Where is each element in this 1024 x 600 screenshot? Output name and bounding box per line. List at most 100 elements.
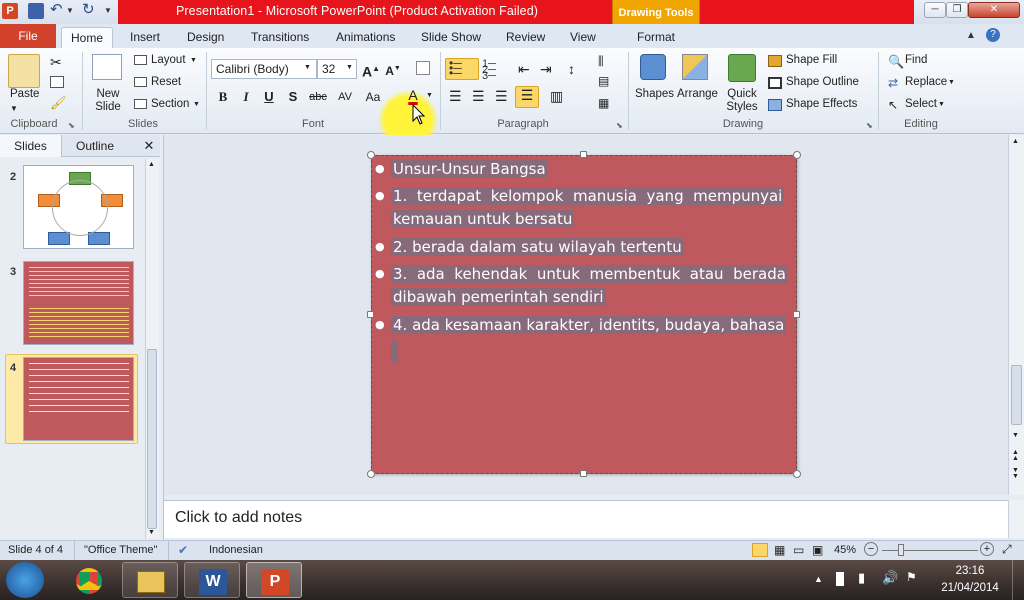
align-text-icon[interactable]: ▤ — [598, 74, 609, 88]
bullet-item[interactable]: ● 1. terdapat kelompok manusia yang mempu… — [375, 185, 793, 207]
shadow-button[interactable]: S — [284, 87, 302, 107]
font-color-button[interactable]: A — [404, 85, 422, 105]
tab-transitions[interactable]: Transitions — [242, 27, 318, 48]
clear-formatting-icon[interactable] — [416, 61, 430, 75]
fit-to-window-icon[interactable]: ⤢ — [1002, 542, 1018, 558]
format-painter-icon[interactable]: 🖌 — [50, 95, 67, 111]
notes-placeholder[interactable]: Click to add notes — [175, 509, 302, 527]
font-size-dropdown-icon[interactable]: ▼ — [346, 64, 353, 71]
explorer-taskbar-button[interactable] — [122, 562, 178, 598]
italic-button[interactable]: I — [237, 87, 255, 107]
resize-handle[interactable] — [580, 470, 587, 477]
show-hidden-icons[interactable]: ▲ — [814, 574, 823, 584]
notes-pane[interactable]: Click to add notes — [164, 500, 1009, 538]
chrome-taskbar-button[interactable] — [60, 562, 116, 598]
help-icon[interactable]: ? — [986, 28, 1000, 42]
word-taskbar-button[interactable]: W — [184, 562, 240, 598]
shape-effects-button[interactable]: Shape Effects — [786, 98, 857, 110]
paste-icon[interactable] — [8, 54, 40, 88]
powerpoint-taskbar-button[interactable]: P — [246, 562, 302, 598]
shape-fill-button[interactable]: Shape Fill — [786, 54, 837, 66]
quick-styles-button[interactable]: Quick Styles — [724, 88, 760, 114]
reset-button[interactable]: Reset — [151, 76, 181, 88]
slide-thumbnail-2[interactable] — [23, 165, 134, 249]
slide-scroll-thumb[interactable] — [1011, 365, 1022, 425]
start-button[interactable] — [6, 562, 44, 598]
shrink-font-icon[interactable]: A▼ — [384, 59, 402, 79]
align-right-icon[interactable]: ☰ — [495, 88, 508, 105]
resize-handle[interactable] — [580, 151, 587, 158]
minimize-ribbon-icon[interactable]: ▲ — [966, 30, 976, 41]
resize-handle[interactable] — [793, 151, 801, 159]
close-pane-icon[interactable]: ✕ — [140, 135, 158, 157]
restore-button[interactable]: ❐ — [946, 2, 968, 18]
normal-view-icon[interactable] — [752, 543, 768, 557]
notes-scrollbar[interactable] — [1008, 500, 1024, 538]
scroll-up-icon[interactable]: ▲ — [1012, 138, 1019, 145]
previous-slide-icon[interactable]: ▲ ▲ — [1012, 449, 1019, 462]
change-case-button[interactable]: Aa — [362, 87, 384, 107]
language-indicator[interactable]: Indonesian — [209, 544, 263, 556]
grow-font-icon[interactable]: A▲ — [362, 59, 380, 80]
new-slide-button[interactable]: New Slide — [94, 88, 122, 114]
bold-button[interactable]: B — [214, 87, 232, 107]
paste-button[interactable]: Paste — [10, 88, 39, 100]
bullet-item[interactable]: ● 3. ada kehendak untuk membentuk atau be… — [375, 263, 788, 285]
paste-dropdown-icon[interactable]: ▼ — [10, 104, 18, 113]
tab-home[interactable]: Home — [61, 27, 114, 48]
font-name-field[interactable]: Calibri (Body) — [211, 59, 317, 79]
underline-button[interactable]: U — [260, 87, 278, 107]
section-button[interactable]: Section — [151, 98, 189, 110]
slideshow-icon[interactable]: ▣ — [812, 543, 823, 557]
justify-icon[interactable]: ☰ — [515, 86, 539, 108]
panel-scroll-thumb[interactable] — [147, 349, 157, 529]
text-direction-icon[interactable]: ⫼ — [598, 54, 604, 69]
show-desktop-button[interactable] — [1012, 560, 1024, 600]
minimize-button[interactable]: ─ — [924, 2, 946, 18]
reading-view-icon[interactable]: ▭ — [793, 543, 804, 557]
action-center-icon[interactable]: ⚑ — [906, 570, 917, 584]
section-dropdown-icon[interactable]: ▼ — [193, 101, 200, 108]
bullet-item[interactable]: ● Unsur-Unsur Bangsa — [375, 158, 548, 180]
bullet-item[interactable]: ● 2. berada dalam satu wilayah tertentu — [375, 236, 684, 258]
scroll-down-icon[interactable]: ▼ — [148, 529, 155, 536]
tab-insert[interactable]: Insert — [121, 27, 169, 48]
scroll-up-icon[interactable]: ▲ — [148, 161, 155, 168]
replace-button[interactable]: Replace — [905, 76, 947, 88]
align-left-icon[interactable]: ☰ — [449, 88, 462, 105]
tab-slide-show[interactable]: Slide Show — [412, 27, 490, 48]
slide-canvas[interactable]: ● Unsur-Unsur Bangsa ● 1. terdapat kelompo… — [367, 151, 801, 478]
clock-time[interactable]: 23:16 — [940, 565, 1000, 577]
strikethrough-button[interactable]: abc — [306, 87, 330, 107]
font-color-dropdown-icon[interactable]: ▼ — [426, 92, 433, 99]
numbering-icon[interactable]: 1─ 2─ 3─ — [482, 59, 496, 82]
copy-icon[interactable] — [50, 76, 64, 88]
slide-scrollbar[interactable]: ▲ ▼ ▲ ▲ ▼ ▼ — [1008, 135, 1024, 495]
center-icon[interactable]: ☰ — [472, 88, 485, 105]
resize-handle[interactable] — [793, 311, 800, 318]
volume-icon[interactable]: 🔊 — [882, 570, 898, 586]
line-spacing-icon[interactable]: ↕ — [568, 61, 575, 77]
slide-thumbnail-4[interactable] — [23, 357, 134, 441]
clipboard-launcher-icon[interactable]: ⬊ — [68, 121, 75, 130]
tab-format[interactable]: Format — [628, 27, 684, 48]
tab-view[interactable]: View — [561, 27, 605, 48]
clock-date[interactable]: 21/04/2014 — [935, 582, 1005, 594]
character-spacing-button[interactable]: AV — [334, 87, 356, 107]
resize-handle[interactable] — [367, 470, 375, 478]
drawing-launcher-icon[interactable]: ⬊ — [866, 121, 873, 130]
arrange-icon[interactable] — [682, 54, 708, 80]
slide-sorter-icon[interactable]: ▦ — [774, 543, 785, 557]
find-button[interactable]: Find — [905, 54, 927, 66]
zoom-level[interactable]: 45% — [834, 544, 856, 556]
slide-thumbnail-3[interactable] — [23, 261, 134, 345]
close-button[interactable]: ✕ — [968, 2, 1020, 18]
tab-outline[interactable]: Outline — [62, 135, 128, 157]
network-icon[interactable]: ▮ — [858, 570, 865, 586]
tab-design[interactable]: Design — [178, 27, 233, 48]
zoom-out-icon[interactable]: − — [864, 542, 878, 556]
bullet-item[interactable]: ● 4. ada kesamaan karakter, identits, bud… — [375, 314, 787, 336]
tab-animations[interactable]: Animations — [327, 27, 404, 48]
smartart-icon[interactable]: ▦ — [598, 96, 609, 110]
shapes-button[interactable]: Shapes — [635, 88, 674, 100]
